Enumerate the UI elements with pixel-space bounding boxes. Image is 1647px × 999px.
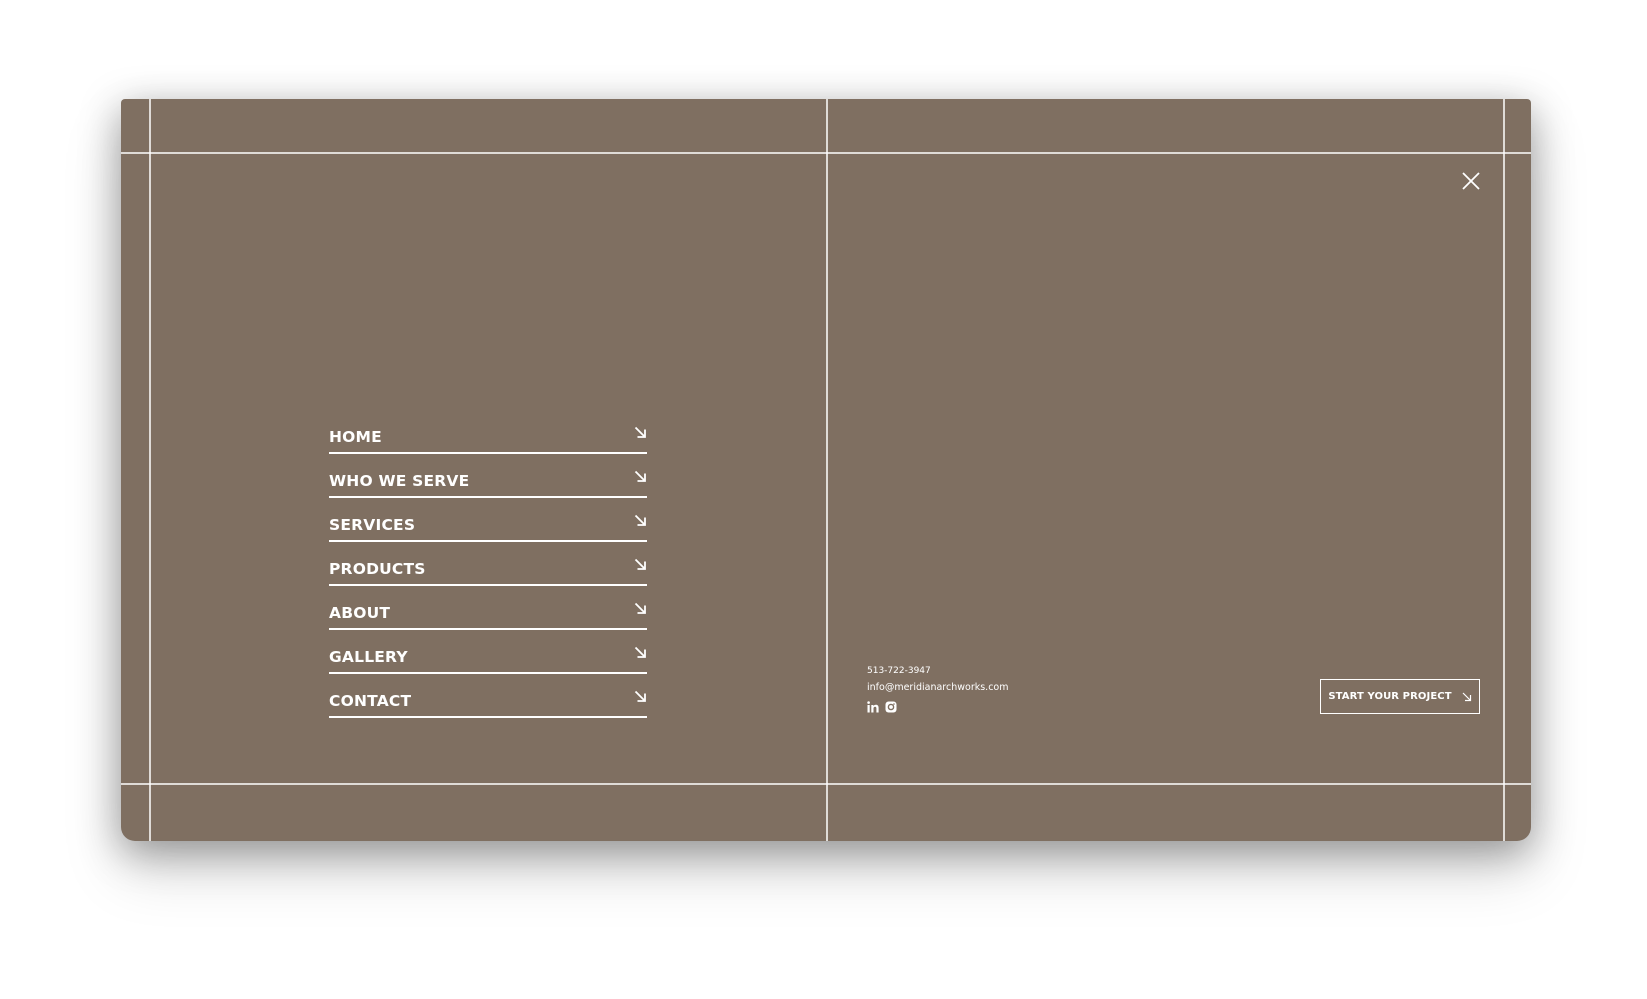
start-project-button[interactable]: START YOUR PROJECT xyxy=(1320,679,1480,714)
social-links xyxy=(867,701,1008,713)
grid-line xyxy=(121,152,1531,154)
grid-line xyxy=(1503,99,1505,841)
arrow-down-right-icon xyxy=(634,514,646,526)
nav-item-home[interactable]: HOME xyxy=(329,412,647,454)
arrow-down-right-icon xyxy=(634,470,646,482)
menu-overlay: HOME WHO WE SERVE SERVICES PRODUCTS ABOU… xyxy=(121,99,1531,841)
grid-line xyxy=(121,783,1531,785)
nav-item-about[interactable]: ABOUT xyxy=(329,588,647,630)
nav-item-label: HOME xyxy=(329,428,382,446)
arrow-down-right-icon xyxy=(634,558,646,570)
arrow-down-right-icon xyxy=(634,426,646,438)
nav-item-label: GALLERY xyxy=(329,648,408,666)
linkedin-icon[interactable] xyxy=(867,701,879,713)
nav-item-label: WHO WE SERVE xyxy=(329,472,470,490)
grid-line xyxy=(826,99,828,841)
main-nav: HOME WHO WE SERVE SERVICES PRODUCTS ABOU… xyxy=(329,412,647,718)
arrow-down-right-icon xyxy=(1462,692,1471,701)
close-button[interactable] xyxy=(1459,169,1483,193)
arrow-down-right-icon xyxy=(634,646,646,658)
nav-item-services[interactable]: SERVICES xyxy=(329,500,647,542)
nav-item-label: SERVICES xyxy=(329,516,416,534)
nav-item-label: CONTACT xyxy=(329,692,412,710)
contact-info: 513-722-3947 info@meridianarchworks.com xyxy=(867,665,1008,713)
nav-item-label: ABOUT xyxy=(329,604,391,622)
arrow-down-right-icon xyxy=(634,602,646,614)
email-link[interactable]: info@meridianarchworks.com xyxy=(867,682,1008,694)
start-project-label: START YOUR PROJECT xyxy=(1328,691,1452,702)
nav-item-who-we-serve[interactable]: WHO WE SERVE xyxy=(329,456,647,498)
arrow-down-right-icon xyxy=(634,690,646,702)
grid-line xyxy=(149,99,151,841)
nav-item-label: PRODUCTS xyxy=(329,560,426,578)
phone-link[interactable]: 513-722-3947 xyxy=(867,665,1008,677)
close-icon xyxy=(1462,172,1480,190)
nav-item-contact[interactable]: CONTACT xyxy=(329,676,647,718)
nav-item-products[interactable]: PRODUCTS xyxy=(329,544,647,586)
instagram-icon[interactable] xyxy=(885,701,897,713)
nav-item-gallery[interactable]: GALLERY xyxy=(329,632,647,674)
